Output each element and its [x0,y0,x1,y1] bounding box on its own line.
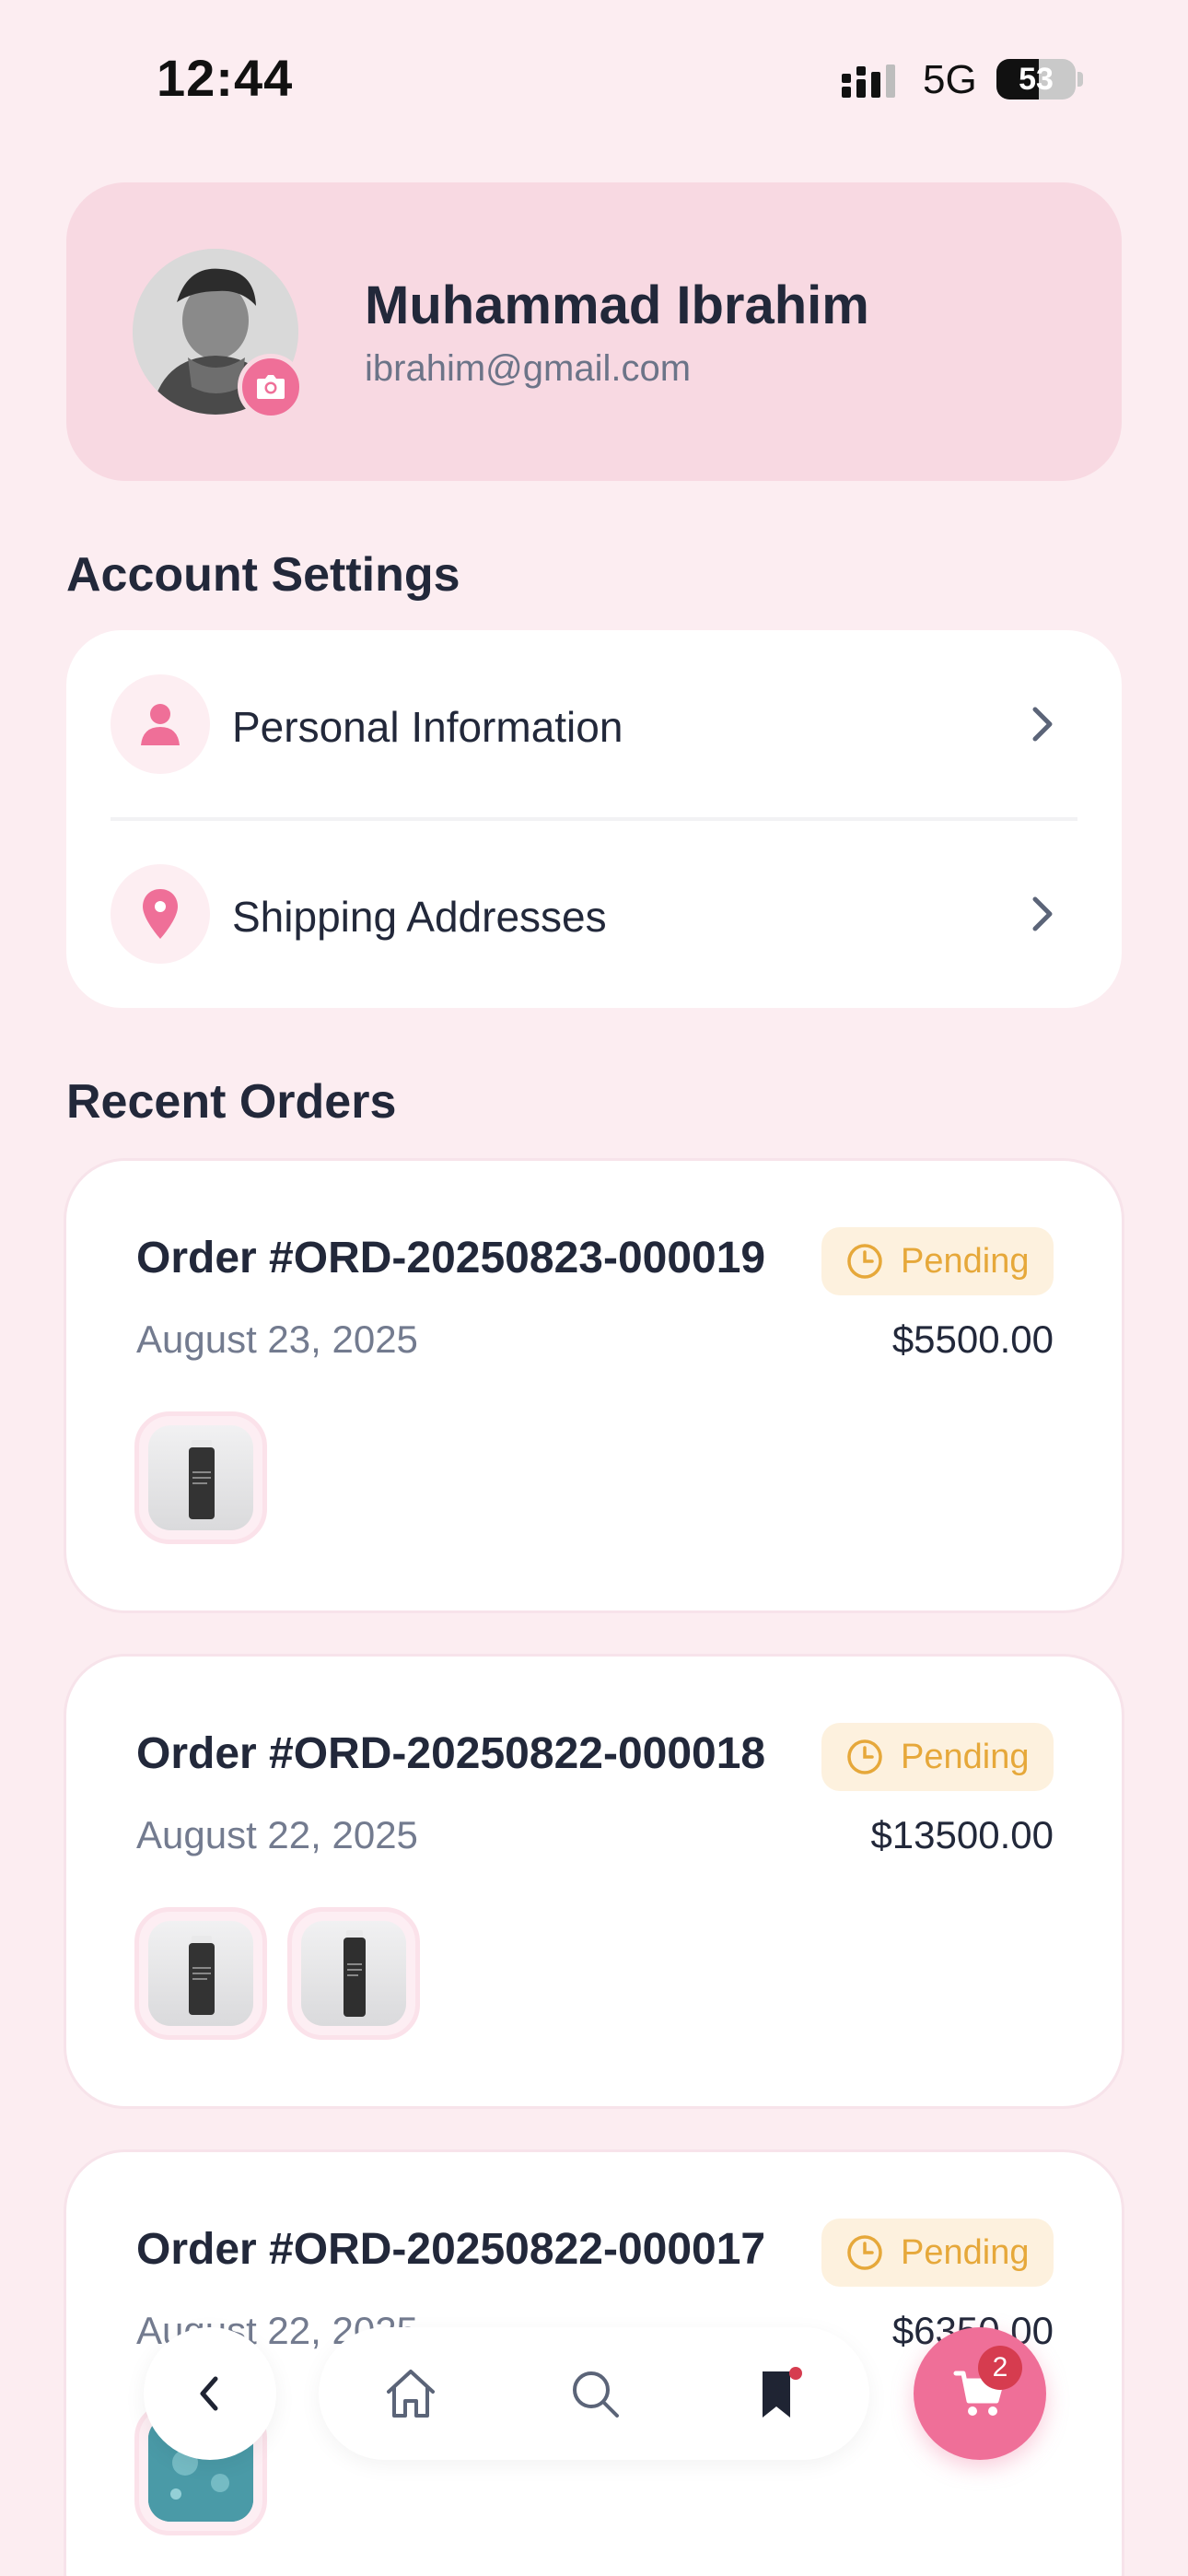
location-pin-icon [143,889,178,939]
order-id: Order #ORD-20250822-000018 [136,1729,766,1778]
change-photo-button[interactable] [238,354,304,420]
network-label: 5G [923,57,977,102]
battery-icon: 53 [996,59,1083,100]
order-date: August 23, 2025 [136,1317,418,1361]
nav-home[interactable] [378,2360,444,2427]
account-settings-title: Account Settings [66,548,460,602]
order-card[interactable]: Order #ORD-20250823-000019 Pending Augus… [66,1161,1122,1610]
home-icon [387,2370,435,2418]
status-text: Pending [901,2232,1030,2272]
product-thumbnail[interactable] [134,1411,267,1544]
cart-button[interactable] [914,2327,1046,2460]
status-badge: Pending [821,2219,1054,2287]
recent-orders-title: Recent Orders [66,1075,397,1129]
order-date: August 22, 2025 [136,1813,418,1856]
chevron-right-icon [1032,896,1053,931]
status-text: Pending [901,1241,1030,1281]
settings-item-label: Shipping Addresses [232,893,607,941]
profile-email: ibrahim@gmail.com [365,348,692,389]
clock-icon [847,1244,882,1279]
clock-icon [847,1739,882,1774]
chevron-right-icon [1032,707,1053,742]
account-settings-card: Personal Information Shipping Addresses [66,630,1122,1008]
profile-name: Muhammad Ibrahim [365,275,869,335]
settings-item-shipping-addresses[interactable]: Shipping Addresses [66,820,1122,1009]
clock-icon [847,2235,882,2270]
profile-card: Muhammad Ibrahim ibrahim@gmail.com [66,182,1122,481]
status-text: Pending [901,1737,1030,1776]
order-card[interactable]: Order #ORD-20250822-000018 Pending Augus… [66,1657,1122,2106]
person-icon [141,704,180,745]
status-badge: Pending [821,1227,1054,1295]
order-id: Order #ORD-20250823-000019 [136,1234,766,1282]
nav-search[interactable] [562,2360,628,2427]
product-thumbnail[interactable] [134,1907,267,2040]
status-time: 12:44 [157,49,294,107]
signal-icon [842,64,895,98]
status-badge: Pending [821,1723,1054,1791]
status-bar: 12:44 5G 53 [0,0,1188,147]
back-button[interactable] [144,2327,276,2460]
camera-icon [257,375,285,399]
back-icon [200,2376,218,2411]
product-thumbnail[interactable] [287,1907,420,2040]
bottom-nav-bar [319,2327,869,2460]
settings-item-label: Personal Information [232,703,623,751]
cart-count-badge: 2 [978,2346,1022,2390]
bookmark-icon [763,2367,802,2418]
search-icon [573,2371,619,2418]
battery-level: 53 [1019,62,1054,97]
settings-item-personal-information[interactable]: Personal Information [66,630,1122,819]
order-id: Order #ORD-20250822-000017 [136,2225,766,2274]
nav-bookmarks[interactable] [744,2360,810,2427]
order-total: $13500.00 [870,1813,1054,1856]
order-total: $5500.00 [891,1317,1054,1361]
